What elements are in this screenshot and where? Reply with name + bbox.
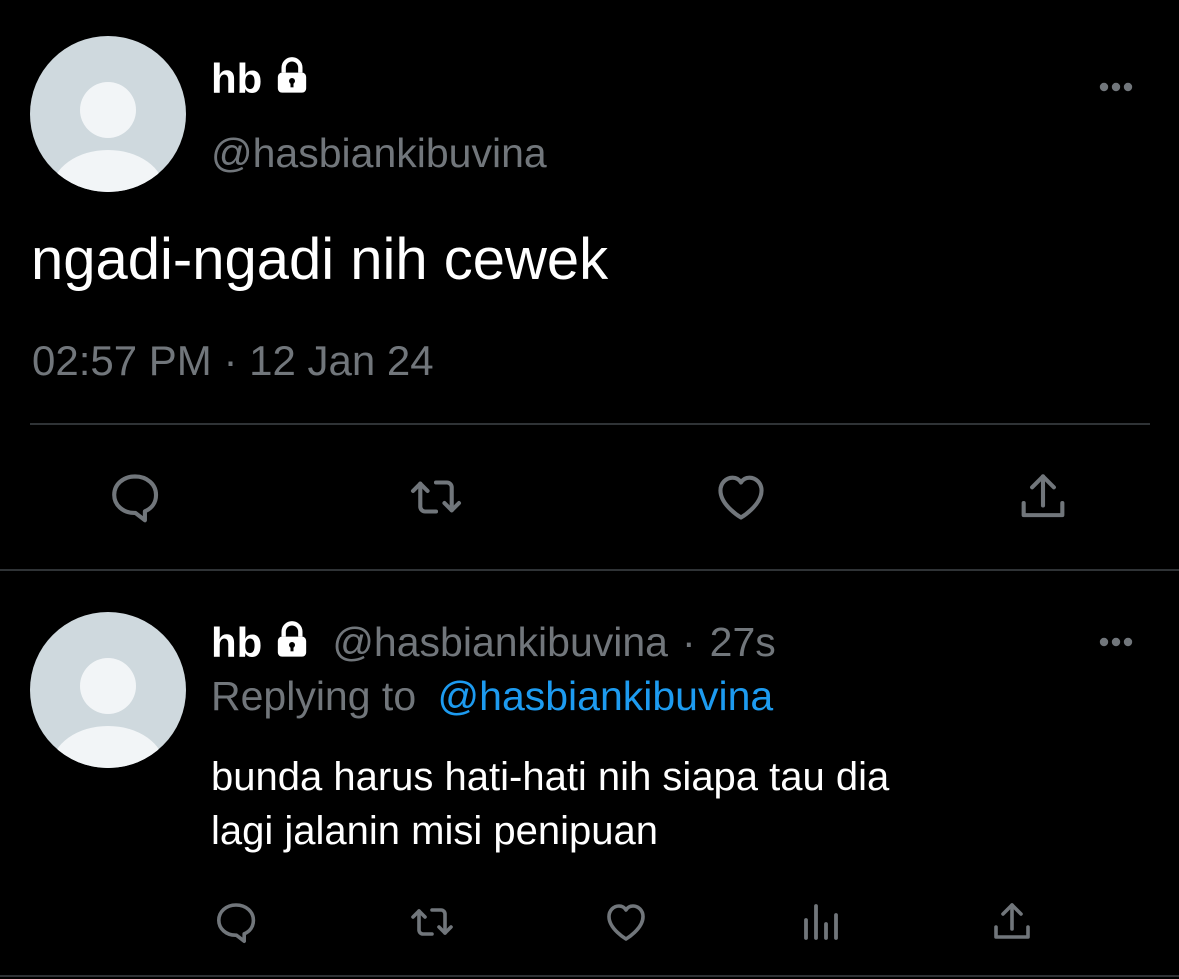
- reply-icon[interactable]: [208, 895, 264, 949]
- author-name-row: hb @hasbiankibuvina · 27s: [211, 620, 776, 665]
- avatar-body: [52, 726, 164, 768]
- retweet-icon[interactable]: [400, 466, 472, 528]
- more-icon[interactable]: [1094, 72, 1138, 102]
- separator-dot: ·: [681, 619, 696, 665]
- share-icon[interactable]: [1008, 466, 1078, 528]
- avatar[interactable]: [30, 612, 186, 768]
- replying-to-line: Replying to @hasbiankibuvina: [211, 676, 773, 717]
- retweet-icon[interactable]: [402, 895, 462, 949]
- avatar[interactable]: [30, 36, 186, 192]
- tweet-text: ngadi-ngadi nih cewek: [31, 227, 609, 292]
- divider: [0, 975, 1179, 977]
- reply-text-line: bunda harus hati-hati nih siapa tau dia: [211, 755, 890, 799]
- display-name[interactable]: hb: [211, 621, 262, 664]
- divider: [30, 423, 1150, 425]
- avatar-head: [80, 82, 136, 138]
- like-icon[interactable]: [705, 466, 777, 528]
- like-icon[interactable]: [598, 895, 654, 949]
- replying-to-label: Replying to: [211, 673, 417, 719]
- share-icon[interactable]: [985, 895, 1039, 949]
- tweet-timestamp[interactable]: 02:57 PM · 12 Jan 24: [32, 340, 434, 382]
- analytics-icon[interactable]: [794, 895, 848, 949]
- lock-icon: [272, 620, 312, 665]
- reply-icon[interactable]: [100, 466, 170, 528]
- avatar-body: [52, 150, 164, 192]
- more-icon[interactable]: [1094, 627, 1138, 657]
- divider: [0, 569, 1179, 571]
- time-ago[interactable]: 27s: [710, 622, 776, 663]
- lock-icon: [272, 56, 312, 101]
- author-handle[interactable]: @hasbiankibuvina: [211, 133, 547, 174]
- avatar-head: [80, 658, 136, 714]
- author-name-row: hb: [211, 56, 312, 101]
- replying-to-handle[interactable]: @hasbiankibuvina: [438, 673, 774, 719]
- display-name[interactable]: hb: [211, 57, 262, 100]
- reply-text-line: lagi jalanin misi penipuan: [211, 809, 658, 853]
- reply-text: bunda harus hati-hati nih siapa tau dia …: [211, 750, 889, 858]
- author-handle[interactable]: @hasbiankibuvina: [332, 622, 668, 663]
